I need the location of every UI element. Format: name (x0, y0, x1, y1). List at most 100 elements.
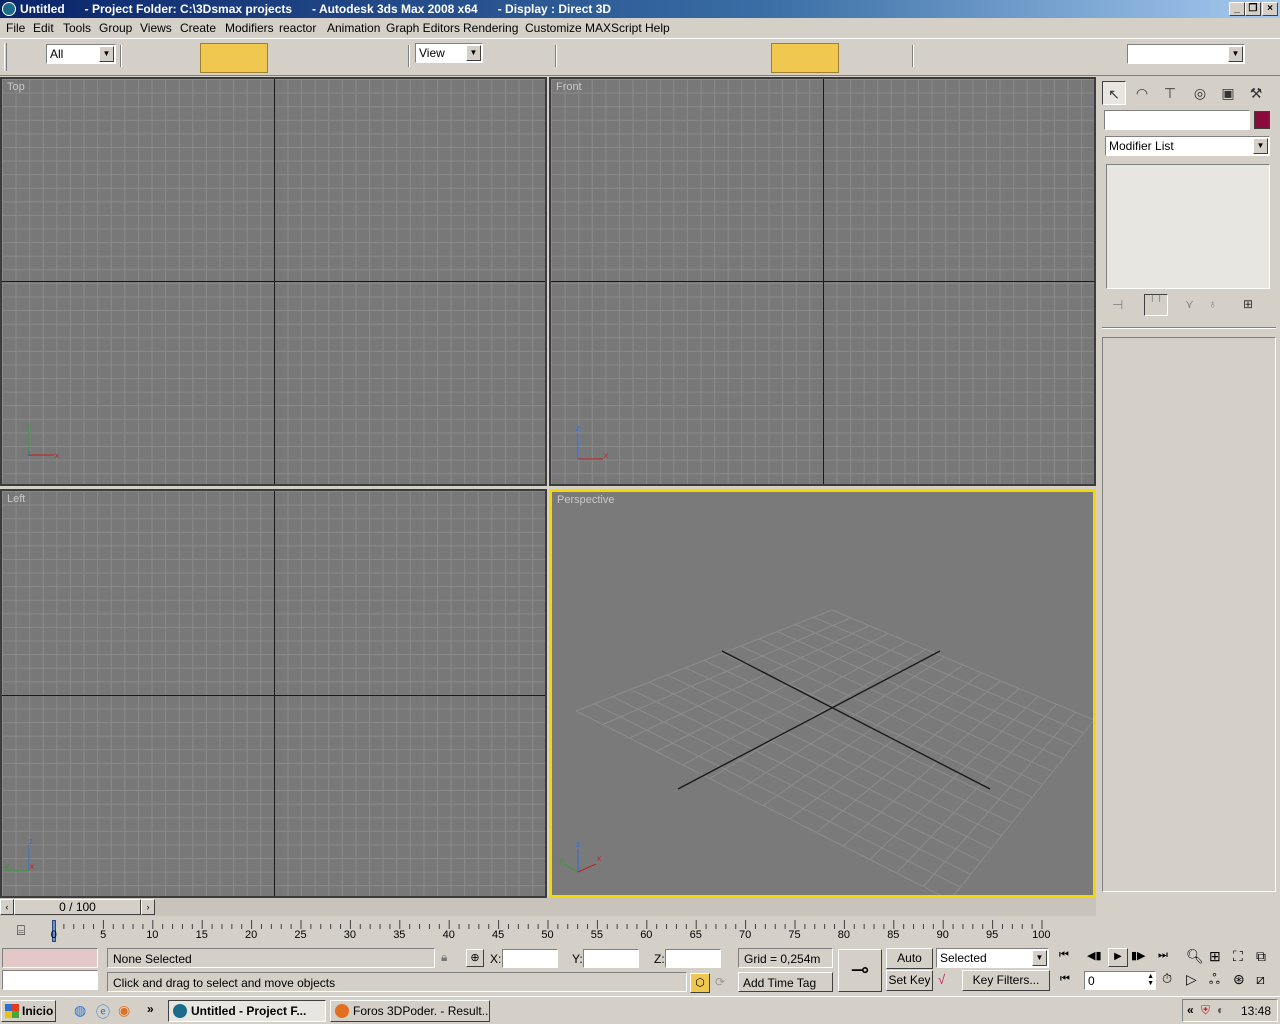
key-filters-button[interactable]: Key Filters... (962, 970, 1050, 991)
key-mode-dropdown[interactable]: Selected ▼ (936, 948, 1049, 968)
modify-icon[interactable]: ◠ (1130, 81, 1154, 105)
quicklaunch-chevron-icon[interactable]: » (147, 1002, 154, 1016)
viewport-label-left[interactable]: Left (7, 493, 25, 505)
firefox-icon[interactable]: ◉ (118, 1002, 130, 1019)
toolbar-separator (912, 45, 914, 67)
selection-lock-icon[interactable]: 🔒︎ (441, 950, 447, 965)
add-time-tag-button[interactable]: Add Time Tag (738, 972, 833, 992)
create-icon[interactable]: ↖ (1102, 81, 1126, 105)
object-name-field[interactable] (1104, 110, 1250, 130)
zoom-all-icon[interactable]: ⊞ (1209, 948, 1221, 965)
menu-graph-editors[interactable]: Graph Editors (386, 21, 460, 35)
restore-button[interactable]: ❐ (1245, 2, 1261, 16)
go-to-end-icon[interactable]: ⏭ (1158, 949, 1168, 962)
menu-animation[interactable]: Animation (327, 21, 380, 35)
taskbar-item-label: Untitled - Project F... (191, 1004, 307, 1018)
play-icon[interactable]: ▶ (1108, 948, 1128, 967)
tray-chevron-icon[interactable]: « (1187, 1003, 1194, 1017)
menu-reactor[interactable]: reactor (279, 21, 316, 35)
auto-key-button[interactable]: Auto Key (886, 948, 933, 983)
pin-stack-icon[interactable]: ⊣ (1112, 297, 1123, 313)
internet-explorer-icon[interactable]: ⓔ (96, 1002, 110, 1022)
selection-filter-dropdown[interactable]: All ▼ (46, 44, 116, 64)
select-object-button[interactable] (200, 43, 268, 73)
show-desktop-icon[interactable]: ◍ (74, 1002, 86, 1019)
snap-toggle-button[interactable] (771, 43, 839, 73)
zoom-extents-all-icon[interactable]: ⧉ (1256, 948, 1266, 965)
grid-axis-line (2, 281, 545, 282)
object-color-swatch[interactable] (1254, 111, 1270, 129)
menu-group[interactable]: Group (99, 21, 132, 35)
maxscript-listener-pink[interactable] (2, 948, 98, 968)
set-key-large-icon[interactable]: ⊸ (838, 949, 882, 992)
axis-x-label: x (55, 451, 59, 460)
menu-tools[interactable]: Tools (63, 21, 91, 35)
toolbar-grip[interactable] (4, 43, 7, 71)
go-to-start-icon[interactable]: ⏮ (1059, 949, 1069, 962)
motion-icon[interactable]: ◎ (1188, 81, 1212, 105)
viewport-top[interactable]: Top y x z (0, 77, 547, 486)
minimize-button[interactable]: _ (1229, 2, 1245, 16)
next-frame-icon[interactable]: ▮▶ (1131, 949, 1146, 962)
y-coord-field[interactable] (583, 949, 639, 968)
viewport-perspective[interactable]: Perspective z x y (549, 489, 1096, 898)
reference-coord-dropdown[interactable]: View ▼ (415, 43, 483, 63)
taskbar-item-3dsmax[interactable]: Untitled - Project F... (168, 1000, 326, 1022)
chevron-right-icon[interactable]: › (141, 899, 155, 915)
time-configuration-icon[interactable]: ⏱ (1162, 971, 1172, 987)
default-in-out-tangent-icon[interactable]: √ (938, 972, 945, 987)
hierarchy-icon[interactable]: ⊤ (1158, 81, 1182, 105)
current-frame-field[interactable]: 0 ▲ ▼ (1084, 971, 1156, 990)
antivirus-shield-icon[interactable]: ⛨ (1201, 1003, 1210, 1018)
start-button[interactable]: Inicio (1, 1000, 56, 1022)
zoom-extents-icon[interactable]: ⛶ (1233, 948, 1243, 965)
transform-mode-icon[interactable]: ⊕ (466, 949, 484, 967)
time-slider-thumb[interactable]: 0 / 100 (14, 899, 141, 915)
menu-rendering[interactable]: Rendering (463, 21, 518, 35)
menu-file[interactable]: File (6, 21, 25, 35)
viewport-label-top[interactable]: Top (7, 81, 25, 93)
menu-views[interactable]: Views (140, 21, 172, 35)
show-end-result-icon[interactable]: ╵╵ (1144, 294, 1168, 316)
time-config-icon[interactable]: ⟳ (715, 975, 725, 989)
named-selection-dropdown[interactable]: ▼ (1127, 44, 1245, 64)
3dsmax-app-icon[interactable] (2, 2, 16, 16)
utilities-icon[interactable]: ⚒ (1244, 81, 1268, 105)
menu-edit[interactable]: Edit (33, 21, 54, 35)
x-coord-field[interactable] (502, 949, 558, 968)
frame-spinner-icon[interactable]: ▲ ▼ (1147, 973, 1154, 987)
menu-help[interactable]: Help (645, 21, 670, 35)
viewport-front[interactable]: Front z x (549, 77, 1096, 486)
menu-customize[interactable]: Customize (525, 21, 582, 35)
configure-modifier-sets-icon[interactable]: ⊞ (1243, 297, 1253, 311)
viewport-label-front[interactable]: Front (556, 81, 582, 93)
display-icon[interactable]: ▣ (1216, 81, 1240, 105)
modifier-stack-list[interactable] (1106, 164, 1270, 289)
modifier-list-dropdown[interactable]: Modifier List ▼ (1105, 136, 1270, 156)
maximize-viewport-icon[interactable]: ⧄ (1256, 971, 1265, 988)
remove-modifier-icon[interactable]: ♁ (1208, 297, 1217, 311)
set-key-button[interactable]: Set Key (886, 970, 933, 991)
menu-modifiers[interactable]: Modifiers (225, 21, 274, 35)
make-unique-icon[interactable]: ⋎ (1185, 297, 1194, 311)
arc-rotate-icon[interactable]: ⊛ (1233, 971, 1245, 988)
adaptive-degradation-icon[interactable]: ⬡ (690, 973, 710, 993)
windows-taskbar: Inicio ◍ ⓔ ◉ » Untitled - Project F... F… (0, 996, 1280, 1024)
chevron-left-icon[interactable]: ‹ (0, 899, 14, 915)
toolbar-separator (555, 45, 557, 67)
track-bar[interactable]: ⌸ 0 5 10 15 20 25 30 35 40 45 50 55 60 65 70 75 80 85 90 95… (0, 916, 1096, 946)
key-mode-toggle-icon[interactable]: ⏮ (1060, 973, 1070, 986)
previous-frame-icon[interactable]: ◀▮ (1087, 949, 1102, 962)
pan-view-icon[interactable]: ஃ (1209, 971, 1220, 990)
network-icon[interactable]: ◐ (1217, 1003, 1224, 1017)
zoom-icon[interactable]: 🔍︎ (1186, 948, 1204, 965)
taskbar-item-firefox[interactable]: Foros 3DPoder. - Result... (330, 1000, 490, 1022)
close-button[interactable]: × (1262, 2, 1278, 16)
z-coord-field[interactable] (665, 949, 721, 968)
menu-maxscript[interactable]: MAXScript (585, 21, 642, 35)
viewport-left[interactable]: Left z y x (0, 489, 547, 898)
maxscript-listener-white[interactable] (2, 970, 98, 990)
menu-create[interactable]: Create (180, 21, 216, 35)
time-slider[interactable]: ‹ 0 / 100 › (0, 898, 1096, 916)
field-of-view-icon[interactable]: ▷ (1186, 971, 1197, 988)
